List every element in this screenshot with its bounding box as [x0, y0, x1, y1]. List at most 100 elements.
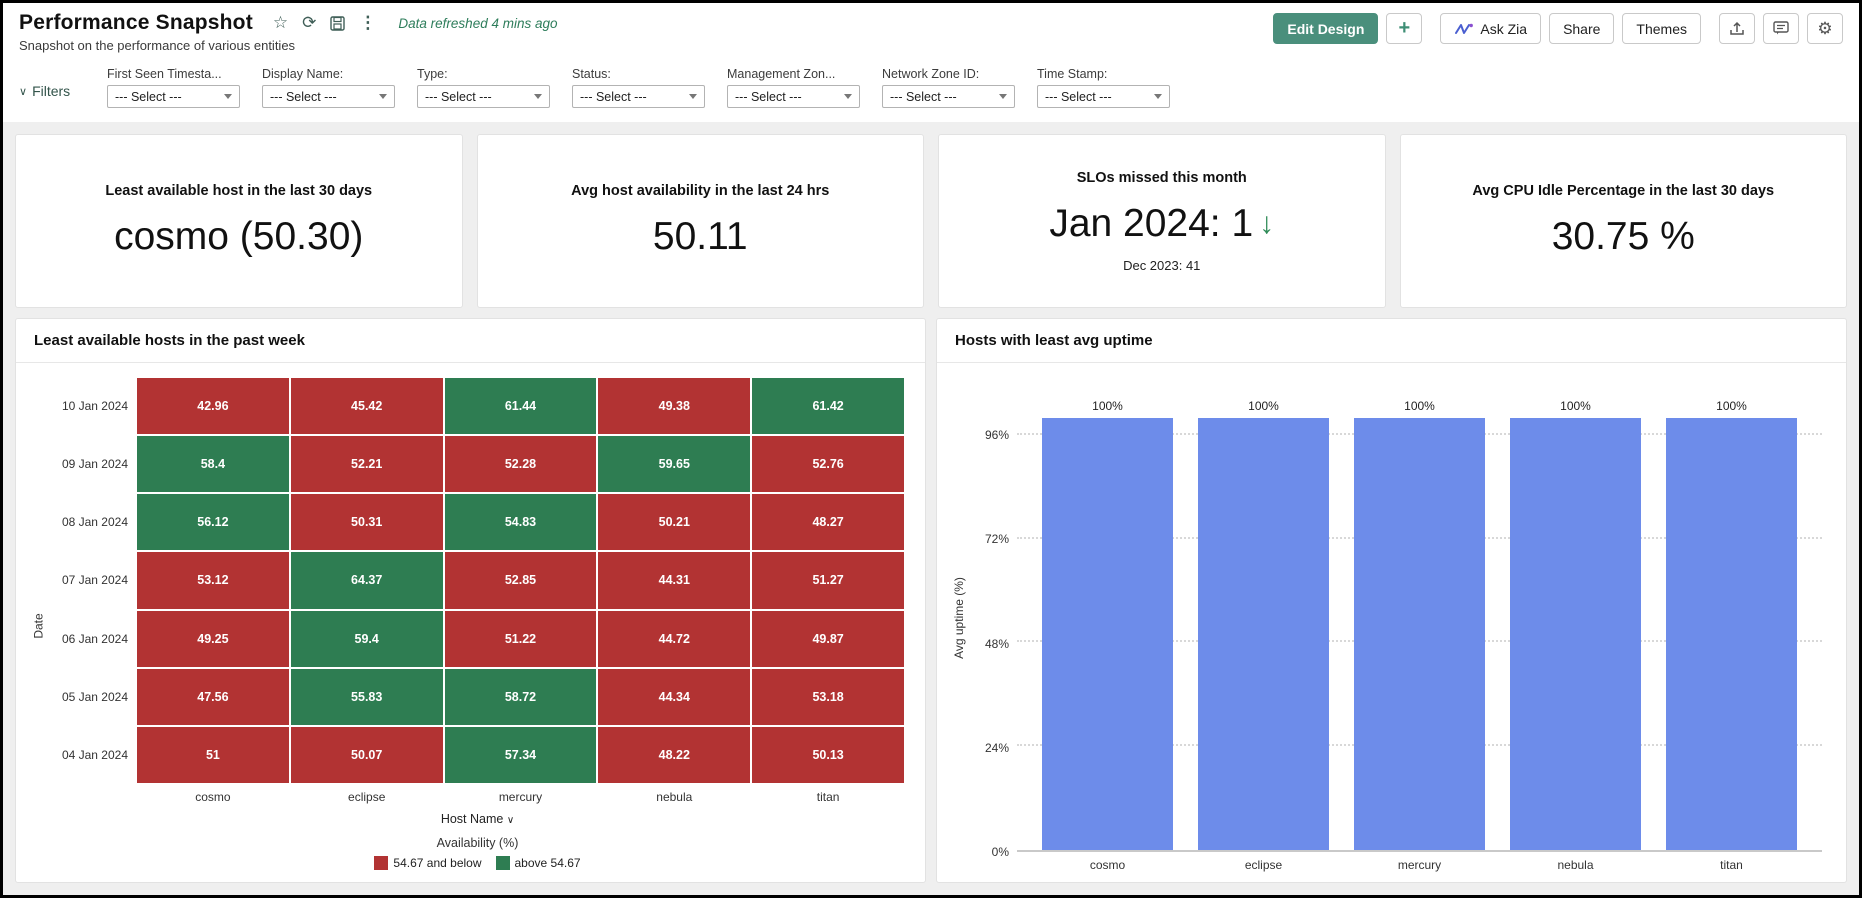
filter-item-3: Status: --- Select ---: [572, 67, 705, 108]
filter-select-4[interactable]: --- Select ---: [727, 85, 860, 108]
themes-button[interactable]: Themes: [1622, 13, 1701, 44]
heatmap-cell-titan-2[interactable]: 48.27: [751, 493, 905, 552]
heatmap-cell-eclipse-3[interactable]: 64.37: [289, 551, 444, 610]
kpi-value-text: 30.75 %: [1551, 215, 1695, 258]
bar-value-label: 100%: [1716, 398, 1747, 413]
filter-select-0[interactable]: --- Select ---: [107, 85, 240, 108]
heatmap-cell-eclipse-6[interactable]: 50.07: [289, 725, 444, 784]
heatmap-cell-cosmo-4[interactable]: 49.25: [136, 609, 290, 668]
filters-toggle[interactable]: ∨ Filters: [19, 83, 107, 99]
share-button[interactable]: Share: [1549, 13, 1615, 44]
heatmap-cell-nebula-1[interactable]: 59.65: [597, 435, 752, 494]
barchart-y-tick: 0%: [991, 845, 1009, 859]
heatmap-cell-eclipse-0[interactable]: 45.42: [289, 377, 444, 436]
heatmap-cell-titan-5[interactable]: 53.18: [751, 667, 905, 726]
barchart-title: Hosts with least avg uptime: [955, 332, 1153, 349]
filter-label: Type:: [417, 67, 448, 81]
ask-zia-button[interactable]: Ask Zia: [1440, 13, 1542, 44]
add-button[interactable]: +: [1386, 13, 1423, 44]
legend-swatch-green: [495, 856, 510, 870]
heatmap-cell-cosmo-3[interactable]: 53.12: [136, 551, 290, 610]
heatmap-cell-cosmo-0[interactable]: 42.96: [136, 377, 290, 436]
heatmap-cell-titan-0[interactable]: 61.42: [751, 377, 905, 436]
heatmap-cell-mercury-3[interactable]: 52.85: [443, 551, 598, 610]
kpi-value-text: 50.11: [652, 215, 748, 258]
kpi-card-subtext: Dec 2023: 41: [1123, 257, 1201, 273]
filter-select-6[interactable]: --- Select ---: [1037, 85, 1170, 108]
barchart-plot: 100% 100% 100% 100% 100%: [1017, 383, 1822, 852]
filter-label: Network Zone ID:: [882, 67, 980, 81]
heatmap-cell-cosmo-1[interactable]: 58.4: [136, 435, 290, 494]
kpi-card-value: 50.11: [653, 215, 748, 259]
heatmap-cell-mercury-4[interactable]: 51.22: [443, 609, 598, 668]
heatmap-cell-nebula-5[interactable]: 44.34: [597, 667, 752, 726]
star-icon[interactable]: ☆: [273, 13, 288, 33]
heatmap-cell-cosmo-6[interactable]: 51: [136, 725, 290, 784]
refresh-icon[interactable]: ⟳: [302, 13, 316, 33]
filter-select-5[interactable]: --- Select ---: [882, 85, 1015, 108]
kebab-menu-icon[interactable]: ⋮: [359, 13, 376, 33]
filter-label: Status:: [572, 67, 611, 81]
barchart-x-label: cosmo: [1089, 858, 1126, 872]
heatmap-cell-nebula-0[interactable]: 49.38: [597, 377, 752, 436]
heatmap-grid: 10 Jan 2024 42.96 45.42 61.44 49.38 61.42 09 J…: [50, 377, 905, 784]
edit-design-button[interactable]: Edit Design: [1273, 13, 1379, 44]
heatmap-cell-nebula-6[interactable]: 48.22: [597, 725, 752, 784]
page-subtitle: Snapshot on the performance of various e…: [19, 38, 296, 53]
kpi-card-1: Avg host availability in the last 24 hrs…: [476, 134, 924, 308]
heatmap-cell-mercury-0[interactable]: 61.44: [443, 377, 598, 436]
legend-item-high[interactable]: above 54.67: [495, 856, 581, 870]
bar-cosmo[interactable]: [1042, 417, 1173, 850]
heatmap-cell-eclipse-5[interactable]: 55.83: [289, 667, 444, 726]
heatmap-xaxis-title[interactable]: Host Name ∨: [50, 812, 905, 826]
filter-select-3[interactable]: --- Select ---: [572, 85, 705, 108]
legend-item-low[interactable]: 54.67 and below: [374, 856, 482, 870]
filter-item-5: Network Zone ID: --- Select ---: [882, 67, 1015, 108]
heatmap-cell-eclipse-4[interactable]: 59.4: [289, 609, 444, 668]
heatmap-cell-titan-4[interactable]: 49.87: [751, 609, 905, 668]
heatmap-cell-cosmo-2[interactable]: 56.12: [136, 493, 290, 552]
kpi-card-title: Avg host availability in the last 24 hrs: [571, 183, 830, 199]
bar-group-titan: 100%: [1666, 383, 1797, 850]
kpi-value-text: cosmo (50.30): [114, 215, 364, 258]
heatmap-cell-mercury-2[interactable]: 54.83: [443, 493, 598, 552]
heatmap-cell-eclipse-1[interactable]: 52.21: [289, 435, 444, 494]
heatmap-cell-nebula-3[interactable]: 44.31: [597, 551, 752, 610]
heatmap-cell-nebula-2[interactable]: 50.21: [597, 493, 752, 552]
heatmap-chart: Date 10 Jan 2024 42.96 45.42 61.44 49.38 61.4…: [16, 363, 925, 882]
settings-button[interactable]: ⚙: [1807, 13, 1843, 44]
save-icon[interactable]: [330, 15, 346, 31]
bar-titan[interactable]: [1666, 417, 1797, 850]
heatmap-cell-titan-6[interactable]: 50.13: [751, 725, 905, 784]
kpi-card-0: Least available host in the last 30 days…: [15, 134, 463, 308]
barchart-panel: Hosts with least avg uptime Avg uptime (…: [936, 318, 1847, 883]
bar-eclipse[interactable]: [1198, 417, 1329, 850]
host-name-sort-icon: ∨: [506, 815, 515, 826]
heatmap-x-label: eclipse: [348, 790, 386, 804]
export-button[interactable]: [1719, 13, 1755, 44]
heatmap-cell-mercury-6[interactable]: 57.34: [443, 725, 598, 784]
comment-button[interactable]: [1763, 13, 1799, 44]
heatmap-cell-cosmo-5[interactable]: 47.56: [136, 667, 290, 726]
heatmap-cell-mercury-1[interactable]: 52.28: [443, 435, 598, 494]
filter-select-2[interactable]: --- Select ---: [417, 85, 550, 108]
heatmap-cell-mercury-5[interactable]: 58.72: [443, 667, 598, 726]
kpi-card-2: SLOs missed this month Jan 2024: 1 ↓ Dec 20…: [938, 134, 1386, 308]
legend-high-label: above 54.67: [514, 856, 581, 870]
kpi-card-title: Avg CPU Idle Percentage in the last 30 d…: [1472, 183, 1775, 199]
gear-icon: ⚙: [1817, 18, 1833, 38]
heatmap-cell-titan-3[interactable]: 51.27: [751, 551, 905, 610]
heatmap-cell-nebula-4[interactable]: 44.72: [597, 609, 752, 668]
filter-item-1: Display Name: --- Select ---: [262, 67, 395, 108]
bar-nebula[interactable]: [1510, 417, 1641, 850]
bar-mercury[interactable]: [1354, 417, 1485, 850]
heatmap-cell-eclipse-2[interactable]: 50.31: [289, 493, 444, 552]
heatmap-cell-titan-1[interactable]: 52.76: [751, 435, 905, 494]
barchart-x-label: nebula: [1557, 858, 1594, 872]
export-icon: [1729, 21, 1745, 37]
filter-select-1[interactable]: --- Select ---: [262, 85, 395, 108]
kpi-value-text: Jan 2024: 1: [1049, 201, 1254, 245]
bar-value-label: 100%: [1560, 398, 1591, 413]
barchart-x-label: titan: [1720, 858, 1743, 872]
